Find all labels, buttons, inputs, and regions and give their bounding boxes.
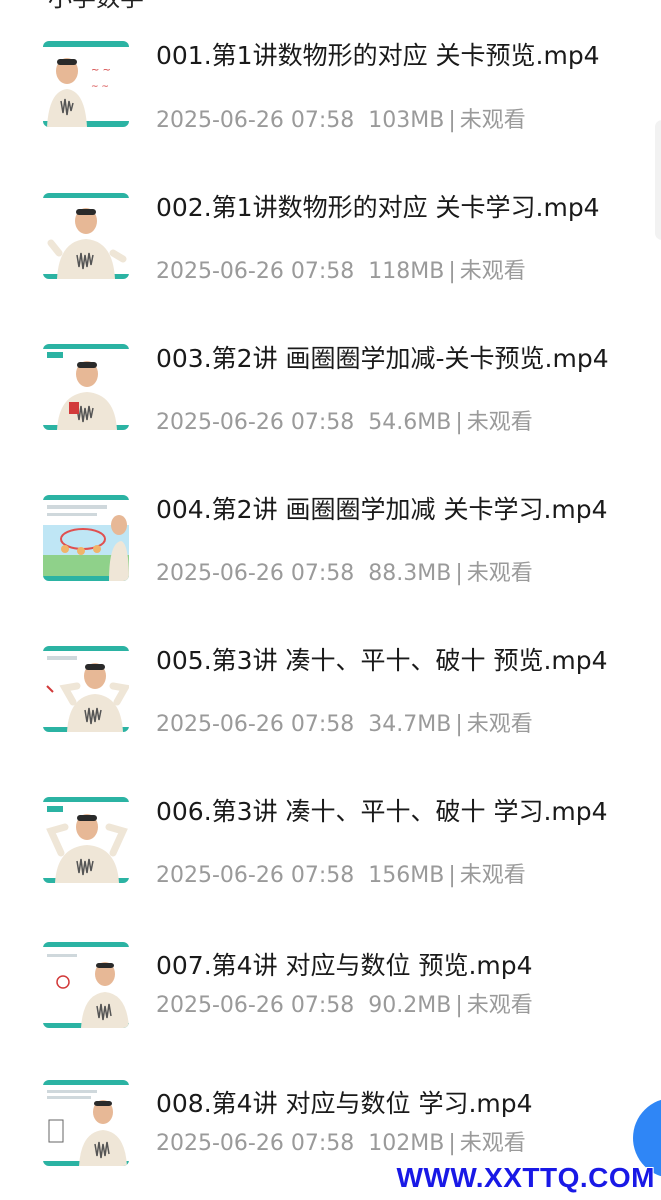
file-size: 102MB xyxy=(368,1131,445,1156)
file-size: 88.3MB xyxy=(368,561,452,586)
watch-status: 未观看 xyxy=(466,712,533,737)
file-date: 2025-06-26 07:58 xyxy=(156,259,355,284)
file-date: 2025-06-26 07:58 xyxy=(156,561,355,586)
video-thumbnail xyxy=(43,646,129,732)
teacher-right-icon xyxy=(43,942,129,1028)
meta-separator: | xyxy=(455,561,463,586)
watch-status: 未观看 xyxy=(466,561,533,586)
video-thumbnail xyxy=(43,1080,129,1166)
meta-separator: | xyxy=(455,410,463,435)
file-name: 006.第3讲 凑十、平十、破十 学习.mp4 xyxy=(156,797,608,826)
svg-text:~ ~: ~ ~ xyxy=(91,65,111,76)
teacher-right-icon xyxy=(43,1080,129,1166)
teacher-arms-icon xyxy=(43,646,129,732)
file-name: 004.第2讲 画圈圈学加减 关卡学习.mp4 xyxy=(156,495,608,524)
teacher-center-icon xyxy=(43,193,129,279)
video-thumbnail xyxy=(43,797,129,883)
watch-status: 未观看 xyxy=(459,1131,526,1156)
file-name: 007.第4讲 对应与数位 预览.mp4 xyxy=(156,951,533,980)
watch-status: 未观看 xyxy=(466,410,533,435)
file-meta: 2025-06-26 07:58 103MB | 未观看 xyxy=(156,107,526,135)
scroll-indicator[interactable] xyxy=(655,120,661,240)
file-date: 2025-06-26 07:58 xyxy=(156,993,355,1018)
meta-separator: | xyxy=(455,993,463,1018)
file-date: 2025-06-26 07:58 xyxy=(156,712,355,737)
list-header-fragment: 小学数学 xyxy=(48,0,144,10)
file-browser-page: 小学数学 ~ ~ ~ ~ 001.第1讲数物形的对应 关卡预览.mp4 xyxy=(0,0,661,1200)
file-meta: 2025-06-26 07:58 102MB | 未观看 xyxy=(156,1130,526,1158)
file-name: 003.第2讲 画圈圈学加减-关卡预览.mp4 xyxy=(156,344,609,373)
file-meta: 2025-06-26 07:58 34.7MB | 未观看 xyxy=(156,711,533,739)
file-meta: 2025-06-26 07:58 88.3MB | 未观看 xyxy=(156,560,533,588)
file-name: 005.第3讲 凑十、平十、破十 预览.mp4 xyxy=(156,646,608,675)
video-thumbnail xyxy=(43,942,129,1028)
file-date: 2025-06-26 07:58 xyxy=(156,108,355,133)
file-name: 008.第4讲 对应与数位 学习.mp4 xyxy=(156,1089,533,1118)
meta-separator: | xyxy=(448,108,456,133)
watch-status: 未观看 xyxy=(459,108,526,133)
watch-status: 未观看 xyxy=(459,863,526,888)
file-size: 118MB xyxy=(368,259,445,284)
video-thumbnail xyxy=(43,495,129,581)
video-thumbnail xyxy=(43,344,129,430)
file-size: 90.2MB xyxy=(368,993,452,1018)
teacher-center-icon xyxy=(43,344,129,430)
meta-separator: | xyxy=(448,259,456,284)
file-meta: 2025-06-26 07:58 90.2MB | 未观看 xyxy=(156,992,533,1020)
teacher-arms-icon xyxy=(43,797,129,883)
file-size: 34.7MB xyxy=(368,712,452,737)
watch-status: 未观看 xyxy=(466,993,533,1018)
file-size: 103MB xyxy=(368,108,445,133)
file-date: 2025-06-26 07:58 xyxy=(156,410,355,435)
teacher-board-icon: ~ ~ ~ ~ xyxy=(43,41,129,127)
watch-status: 未观看 xyxy=(459,259,526,284)
file-date: 2025-06-26 07:58 xyxy=(156,863,355,888)
file-size: 156MB xyxy=(368,863,445,888)
site-watermark: WWW.XXTTQ.COM xyxy=(396,1162,655,1193)
file-name: 002.第1讲数物形的对应 关卡学习.mp4 xyxy=(156,193,600,222)
file-size: 54.6MB xyxy=(368,410,452,435)
meta-separator: | xyxy=(448,863,456,888)
meta-separator: | xyxy=(448,1131,456,1156)
video-thumbnail: ~ ~ ~ ~ xyxy=(43,41,129,127)
file-name: 001.第1讲数物形的对应 关卡预览.mp4 xyxy=(156,41,600,70)
meta-separator: | xyxy=(455,712,463,737)
file-meta: 2025-06-26 07:58 156MB | 未观看 xyxy=(156,862,526,890)
file-meta: 2025-06-26 07:58 54.6MB | 未观看 xyxy=(156,409,533,437)
video-thumbnail xyxy=(43,193,129,279)
file-date: 2025-06-26 07:58 xyxy=(156,1131,355,1156)
svg-text:~ ~: ~ ~ xyxy=(91,82,109,92)
cartoon-slide-icon xyxy=(43,495,129,581)
file-meta: 2025-06-26 07:58 118MB | 未观看 xyxy=(156,258,526,286)
